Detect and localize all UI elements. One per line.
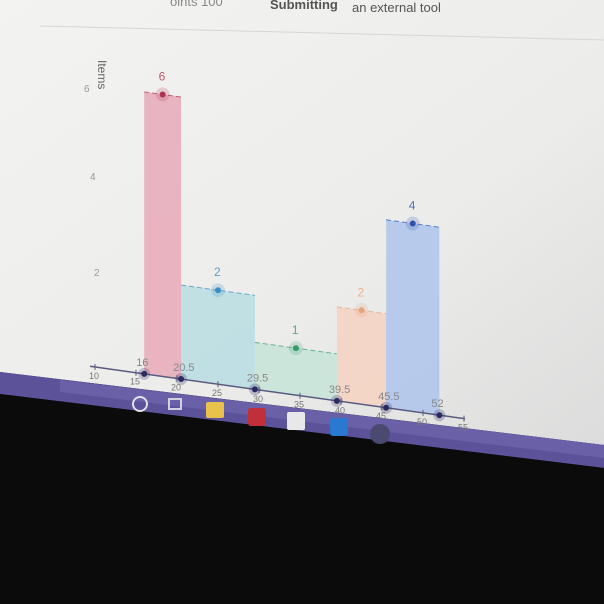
- bar-handle: [215, 287, 221, 294]
- points-text: oints 100: [170, 0, 223, 9]
- bar-value-label: 4: [409, 198, 416, 212]
- x-tick-label: 15: [130, 377, 140, 387]
- bar-value-label: 2: [358, 285, 365, 299]
- mcafee-icon[interactable]: [248, 408, 266, 426]
- y-tick-label: 4: [90, 172, 96, 183]
- monitor-screen: Items 2 4 6 6 2 1 2 4 10 15 20 25 30 35 40 45 50 55 16 20.5 2…: [0, 0, 604, 604]
- histogram-bar: [386, 219, 440, 416]
- boundary-handle: [383, 404, 390, 411]
- chart-canvas: Items246621241015202530354045505516 20.52…: [0, 0, 604, 604]
- submitting-label: Submitting: [270, 0, 338, 12]
- boundary-label: 20.5: [173, 362, 194, 374]
- boundary-handle: [251, 386, 258, 393]
- bar-handle: [292, 345, 299, 352]
- y-tick-label: 2: [94, 268, 100, 279]
- y-tick-label: 6: [84, 84, 90, 95]
- x-tick-label: 10: [89, 371, 99, 381]
- boundary-label: 39.5: [329, 384, 350, 396]
- boundary-handle: [178, 376, 185, 383]
- histogram-bar: [144, 91, 182, 380]
- x-tick-label: 50: [417, 417, 427, 427]
- x-tick-label: 35: [294, 400, 304, 410]
- boundary-label: 45.5: [378, 391, 399, 403]
- bar-handle: [358, 307, 365, 314]
- bar-handle: [409, 220, 416, 227]
- app-icon[interactable]: [330, 418, 348, 436]
- task-view-icon[interactable]: [168, 398, 182, 410]
- bar-value-label: 1: [292, 323, 299, 337]
- boundary-label: 16: [136, 357, 148, 369]
- x-tick-label: 25: [212, 388, 222, 398]
- boundary-handle: [333, 397, 340, 404]
- header-bar: oints 100 Submitting an external tool: [0, 0, 604, 38]
- bar-value-label: 6: [159, 69, 166, 83]
- boundary-handle: [436, 412, 443, 419]
- store-icon[interactable]: [287, 412, 305, 430]
- chrome-icon[interactable]: [370, 424, 390, 444]
- boundary-label: 29.5: [247, 372, 268, 384]
- x-tick-label: 40: [335, 405, 345, 415]
- external-tool-text: an external tool: [352, 0, 441, 15]
- x-tick-label: 55: [458, 423, 468, 433]
- search-circle-icon[interactable]: [132, 396, 148, 412]
- bar-value-label: 2: [214, 265, 221, 279]
- bar-handle: [159, 91, 166, 98]
- x-tick-label: 30: [253, 394, 263, 404]
- boundary-handle: [141, 370, 148, 377]
- boundary-label: 52: [431, 398, 443, 410]
- y-axis-label: Items: [95, 60, 109, 89]
- file-explorer-icon[interactable]: [206, 402, 224, 418]
